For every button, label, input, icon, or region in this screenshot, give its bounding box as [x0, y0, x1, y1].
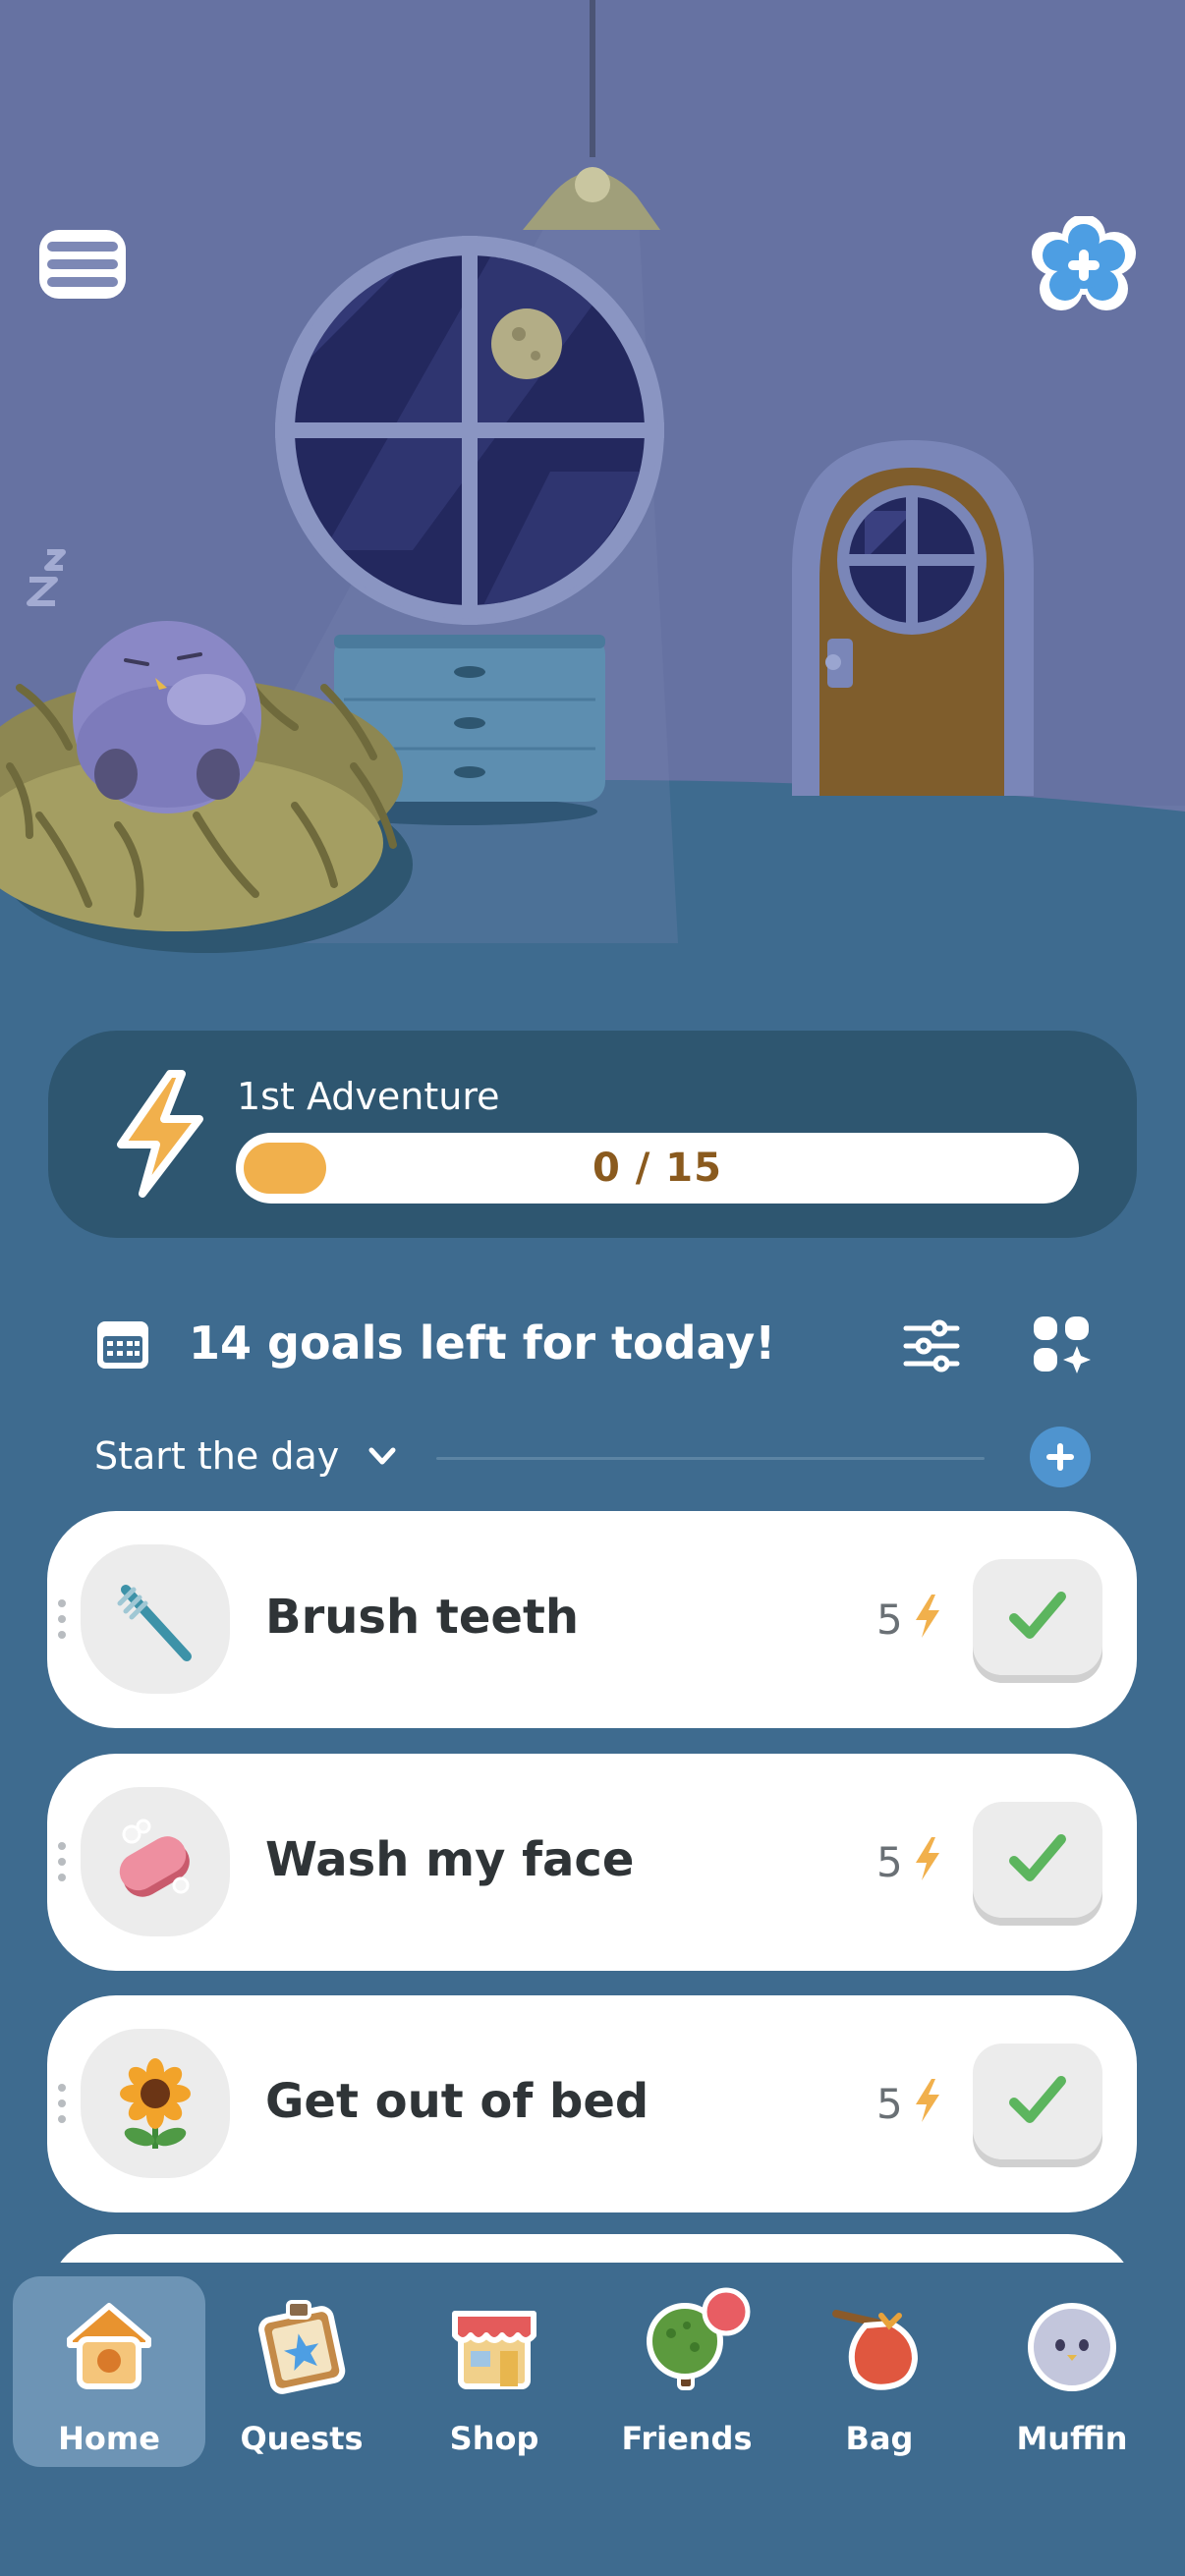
goal-icon-container: [81, 1787, 230, 1936]
checkmark-icon: [1009, 2076, 1066, 2123]
section-start-the-day: Start the day: [0, 1415, 1185, 1493]
drag-handle-icon[interactable]: [57, 1597, 67, 1641]
nav-label: Quests: [240, 2420, 364, 2457]
sunflower-icon: [120, 2058, 191, 2149]
goal-card-get-out-of-bed[interactable]: Get out of bed 5: [47, 1995, 1137, 2212]
bag-icon: [832, 2310, 919, 2390]
goal-points: 5: [876, 2080, 903, 2128]
goal-label: Get out of bed: [265, 2074, 649, 2129]
adventure-progress-text: 0 / 15: [592, 1146, 722, 1191]
hamburger-menu-icon: [39, 230, 126, 299]
filter-button[interactable]: [902, 1316, 961, 1375]
nav-label: Muffin: [1016, 2420, 1128, 2457]
checkmark-icon: [1009, 1592, 1066, 1639]
nav-shop[interactable]: Shop: [398, 2276, 591, 2467]
sliders-icon: [903, 1319, 960, 1372]
nav-muffin[interactable]: Muffin: [976, 2276, 1168, 2467]
goal-label: Wash my face: [265, 1832, 635, 1887]
nav-label: Friends: [621, 2420, 753, 2457]
adventure-progress-bar: 0 / 15: [236, 1133, 1079, 1204]
pet-icon: [1028, 2303, 1116, 2391]
notification-badge-icon: [702, 2287, 751, 2336]
menu-button[interactable]: [37, 228, 128, 301]
section-dropdown[interactable]: Start the day: [94, 1434, 339, 1478]
adventure-title: 1st Adventure: [237, 1075, 500, 1118]
nav-label: Home: [58, 2420, 160, 2457]
add-goal-button[interactable]: [1030, 1427, 1091, 1487]
nav-label: Shop: [449, 2420, 539, 2457]
checkmark-icon: [1009, 1834, 1066, 1881]
house-icon: [67, 2303, 151, 2389]
goal-card-wash-my-face[interactable]: Wash my face 5: [47, 1754, 1137, 1971]
goal-icon-container: [81, 2029, 230, 2178]
soap-icon: [119, 1819, 190, 1897]
nav-home[interactable]: Home: [13, 2276, 205, 2467]
nav-quests[interactable]: Quests: [205, 2276, 398, 2467]
goals-left-title: 14 goals left for today!: [189, 1316, 776, 1370]
goal-icon-container: [81, 1544, 230, 1694]
plus-flower-icon: [1032, 216, 1136, 310]
goals-header: 14 goals left for today!: [0, 1297, 1185, 1395]
lightning-bolt-icon: [916, 1837, 939, 1880]
goal-points: 5: [876, 1838, 903, 1886]
complete-goal-button[interactable]: [973, 2044, 1102, 2159]
goal-label: Brush teeth: [265, 1590, 580, 1645]
section-divider: [436, 1457, 985, 1460]
bedroom-illustration: [0, 0, 1185, 992]
lightning-bolt-icon: [916, 2079, 939, 2122]
lightning-bolt-icon: [117, 1070, 203, 1198]
nav-bag[interactable]: Bag: [783, 2276, 976, 2467]
nav-label: Bag: [845, 2420, 914, 2457]
widgets-button[interactable]: [1032, 1315, 1091, 1375]
drag-handle-icon[interactable]: [57, 2082, 67, 2125]
adventure-card[interactable]: 1st Adventure 0 / 15: [48, 1031, 1137, 1238]
drag-handle-icon[interactable]: [57, 1840, 67, 1883]
calendar-icon: [97, 1321, 148, 1369]
room-scene: [0, 0, 1185, 992]
bottom-navigation: Home Quests Shop Friends Bag Muffin: [0, 2263, 1185, 2576]
lightning-bolt-icon: [916, 1595, 939, 1638]
goal-points: 5: [876, 1596, 903, 1644]
toothbrush-icon: [117, 1585, 192, 1661]
chevron-down-icon[interactable]: [366, 1442, 399, 1472]
nav-friends[interactable]: Friends: [591, 2276, 783, 2467]
plus-icon: [1046, 1443, 1074, 1471]
goal-card-brush-teeth[interactable]: Brush teeth 5: [47, 1511, 1137, 1728]
complete-goal-button[interactable]: [973, 1559, 1102, 1675]
add-button[interactable]: [1032, 216, 1136, 314]
quest-board-icon: [258, 2300, 346, 2394]
shop-icon: [452, 2311, 536, 2389]
widgets-icon: [1034, 1316, 1091, 1373]
complete-goal-button[interactable]: [973, 1802, 1102, 1918]
